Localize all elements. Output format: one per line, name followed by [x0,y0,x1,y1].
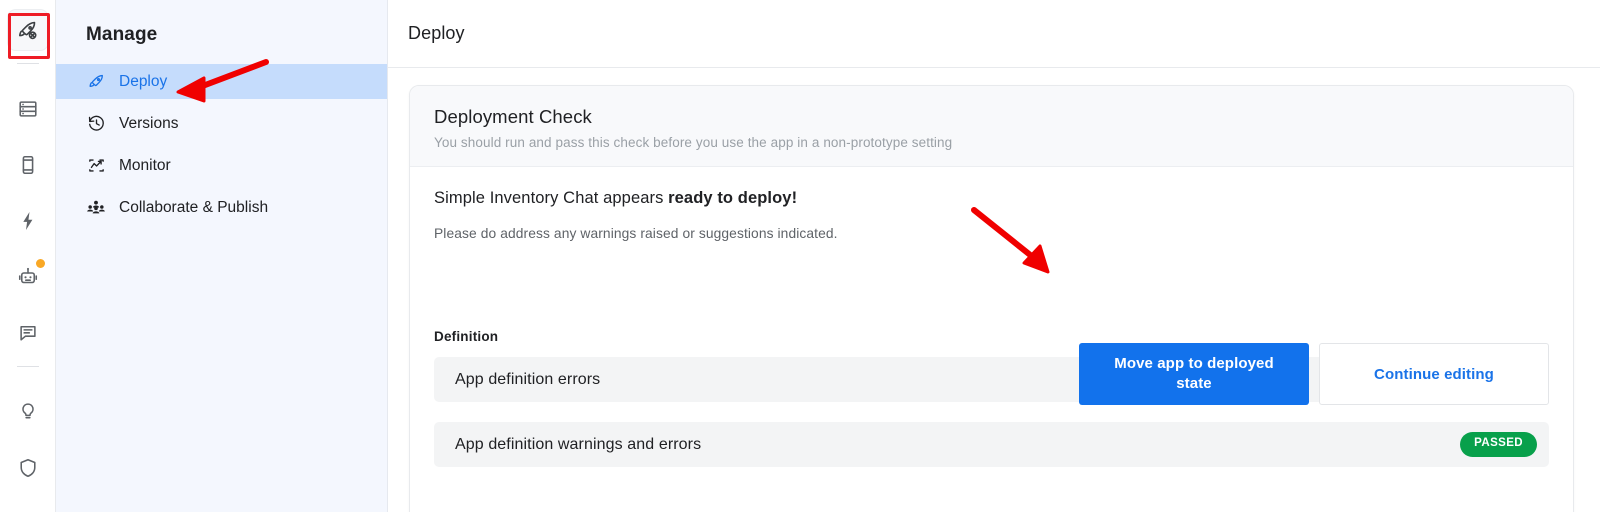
warnings-note: Please do address any warnings raised or… [434,226,838,241]
people-group-icon [86,198,106,218]
rail-item-preview[interactable] [8,145,48,185]
main-header: Deploy [388,0,1600,68]
ready-status-prefix: Simple Inventory Chat appears [434,189,669,207]
card-header: Deployment Check You should run and pass… [410,86,1573,167]
rail-item-agents[interactable] [8,257,48,297]
lightbulb-icon [17,401,39,423]
rail-divider-2 [16,366,39,367]
ready-status-emphasis: ready to deploy! [668,189,798,207]
check-label: App definition errors [455,370,601,388]
ready-status-line: Simple Inventory Chat appears ready to d… [434,189,1549,208]
manage-item-deploy[interactable]: Deploy [56,64,387,99]
database-icon [17,98,39,120]
shield-icon [17,457,39,479]
rail-item-ideas[interactable] [8,392,48,432]
manage-item-monitor[interactable]: Monitor [56,148,387,183]
card-body: Simple Inventory Chat appears ready to d… [410,167,1573,467]
manage-item-label: Deploy [119,72,168,90]
manage-item-label: Versions [119,114,179,132]
app-root: Manage Deploy Versions Monitor Collabora… [0,0,1600,512]
manage-item-label: Monitor [119,156,171,174]
manage-item-collaborate-publish[interactable]: Collaborate & Publish [56,190,387,225]
rail-item-security[interactable] [8,448,48,488]
notification-dot-badge [35,259,45,268]
main-content: Deploy Deployment Check You should run a… [388,0,1600,512]
rail-item-deploy[interactable] [7,10,48,50]
manage-panel: Manage Deploy Versions Monitor Collabora… [56,0,388,512]
rail-item-chat[interactable] [8,313,48,353]
action-button-row: Move app to deployed state Continue edit… [1079,343,1549,405]
manage-item-versions[interactable]: Versions [56,106,387,141]
rail-item-data[interactable] [8,89,48,129]
rail-divider-1 [16,63,39,64]
continue-editing-button[interactable]: Continue editing [1319,343,1549,405]
icon-rail [0,0,56,512]
move-app-to-deployed-state-button[interactable]: Move app to deployed state [1079,343,1309,405]
deployment-check-card: Deployment Check You should run and pass… [409,85,1574,512]
card-subheading: You should run and pass this check befor… [434,135,953,150]
card-heading: Deployment Check [434,106,592,127]
check-row[interactable]: App definition warnings and errors PASSE… [434,422,1549,467]
robot-icon [17,266,39,288]
rail-item-automations[interactable] [8,201,48,241]
rocket-icon [86,72,106,92]
chat-bubble-icon [17,322,39,344]
status-badge: PASSED [1460,432,1537,457]
manage-panel-title: Manage [86,24,158,45]
monitor-chart-icon [86,156,106,176]
check-label: App definition warnings and errors [455,435,702,453]
page-title: Deploy [408,23,465,43]
history-clock-icon [86,114,106,134]
manage-nav-list: Deploy Versions Monitor Collaborate & Pu… [56,64,387,225]
definition-section-label: Definition [434,329,499,344]
lightning-bolt-icon [17,210,39,232]
rocket-gear-icon [16,18,40,42]
mobile-device-icon [17,154,39,176]
manage-item-label: Collaborate & Publish [119,198,269,216]
